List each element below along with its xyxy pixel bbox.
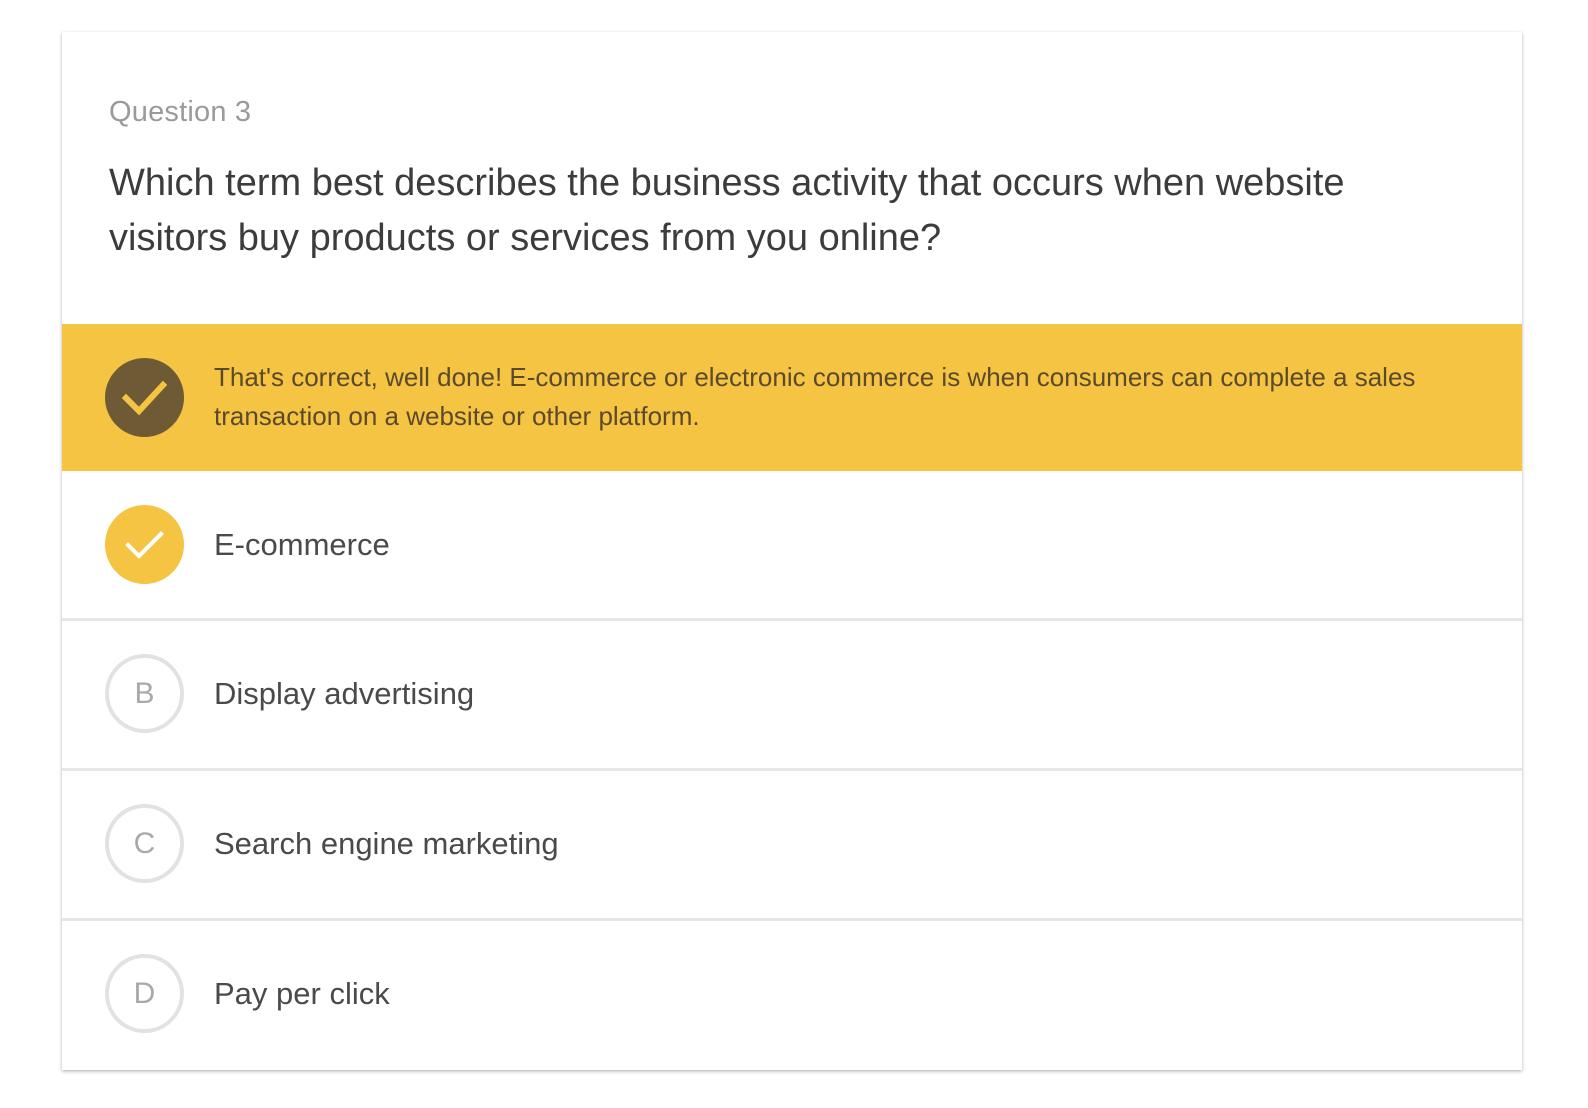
answer-label: E-commerce <box>214 527 390 562</box>
question-header: Question 3 Which term best describes the… <box>62 32 1522 324</box>
question-number: Question 3 <box>109 96 252 128</box>
option-letter-badge: D <box>105 954 184 1033</box>
option-letter-badge: B <box>105 654 184 733</box>
answer-option-a[interactable]: E-commerce <box>62 471 1522 618</box>
check-icon <box>105 358 184 437</box>
answer-label: Search engine marketing <box>214 826 559 861</box>
answer-label: Pay per click <box>214 976 390 1011</box>
option-letter-badge: C <box>105 804 184 883</box>
question-text: Which term best describes the business a… <box>109 162 1345 259</box>
question-card: Question 3 Which term best describes the… <box>62 32 1522 1070</box>
feedback-banner: That's correct, well done! E-commerce or… <box>62 324 1522 471</box>
answer-option-c[interactable]: C Search engine marketing <box>62 768 1522 918</box>
answer-label: Display advertising <box>214 676 475 711</box>
check-icon <box>105 505 184 584</box>
feedback-message: That's correct, well done! E-commerce or… <box>214 362 1416 431</box>
answer-option-b[interactable]: B Display advertising <box>62 618 1522 768</box>
answer-option-d[interactable]: D Pay per click <box>62 918 1522 1070</box>
